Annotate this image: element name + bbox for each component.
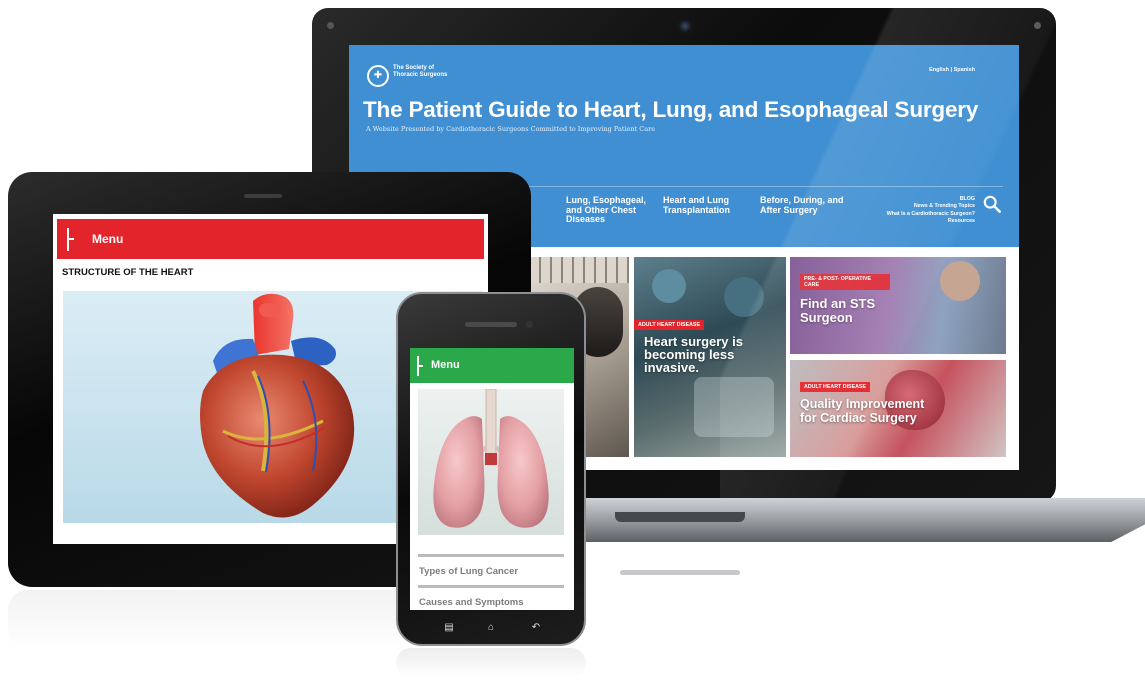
surgeon-face-shape [940,261,980,301]
phone-menu-label: Menu [431,359,460,371]
tablet-menu-label: Menu [92,232,124,246]
phone-reflection [396,648,586,678]
tile-heart-surgery[interactable]: ADULT HEART DISEASE Heart surgery is bec… [634,257,786,457]
phone-screen: Menu Types of Lung Cancer Causes and Sym… [410,348,574,610]
laptop-shadow [620,570,740,575]
search-icon[interactable] [983,195,1001,213]
site-title: The Patient Guide to Heart, Lung, and Es… [363,97,979,122]
device-mockup: ✚ The Society of Thoracic Surgeons Engli… [0,0,1145,680]
phone-speaker [465,322,517,327]
laptop-led [1034,22,1041,29]
secondary-nav-resources[interactable]: Resources [887,218,975,225]
drape-shape [694,377,774,437]
keyboard-shape [519,257,629,283]
tile-headline: Quality Improvement for Cardiac Surgery [800,397,925,425]
link-causes-and-symptoms[interactable]: Causes and Symptoms [419,597,524,608]
list-divider [418,585,564,588]
lung-illustration [418,388,564,535]
tablet-speaker [244,194,282,198]
menu-icon-notch [67,238,74,240]
tile-headline: Find an STS Surgeon [800,296,876,325]
surgeon-shape [724,277,764,317]
page-heading: STRUCTURE OF THE HEART [62,267,194,278]
site-subtitle: A Website Presented by Cardiothoracic Su… [366,125,656,133]
menu-icon-notch [417,365,423,367]
nav-item-lung-esophageal[interactable]: Lung, Esophageal, and Other Chest Diseas… [566,195,650,225]
list-divider [418,554,564,557]
home-icon[interactable]: ⌂ [482,622,500,633]
laptop-camera [677,18,693,34]
tile-find-surgeon[interactable]: PRE- & POST- OPERATIVE CARE Find an STS … [790,257,1006,354]
nav-item-before-during-after[interactable]: Before, During, and After Surgery [760,195,850,215]
menu-icon[interactable]: ▤ [440,622,458,633]
laptop-notch [615,512,745,522]
tile-headline: Heart surgery is becoming less invasive. [644,334,743,375]
sts-logo-icon[interactable]: ✚ [367,65,389,87]
back-icon[interactable]: ↶ [527,622,545,633]
lung-illustration-graphic [433,388,549,528]
tile-quality-improvement[interactable]: ADULT HEART DISEASE Quality Improvement … [790,360,1006,457]
laptop-led [327,22,334,29]
language-links[interactable]: English | Spanish [929,67,975,73]
surgeon-shape [652,269,686,303]
secondary-nav-surgeon[interactable]: What Is a Cardiothoracic Surgeon? [887,211,975,218]
phone-menu-bar[interactable]: Menu [410,348,574,383]
secondary-nav-news[interactable]: News & Trending Topics [887,203,975,210]
secondary-nav: BLOG News & Trending Topics What Is a Ca… [887,196,975,226]
tile-category-tag: PRE- & POST- OPERATIVE CARE [800,274,890,290]
secondary-nav-blog[interactable]: BLOG [887,196,975,203]
tablet-menu-bar[interactable]: Menu [57,219,484,259]
phone-camera [526,321,533,328]
nav-item-transplantation[interactable]: Heart and Lung Transplantation [663,195,747,215]
tile-category-tag: ADULT HEART DISEASE [800,382,870,392]
link-types-of-lung-cancer[interactable]: Types of Lung Cancer [419,566,518,577]
sts-logo-text: The Society of Thoracic Surgeons [393,65,448,78]
tile-category-tag: ADULT HEART DISEASE [634,320,704,330]
